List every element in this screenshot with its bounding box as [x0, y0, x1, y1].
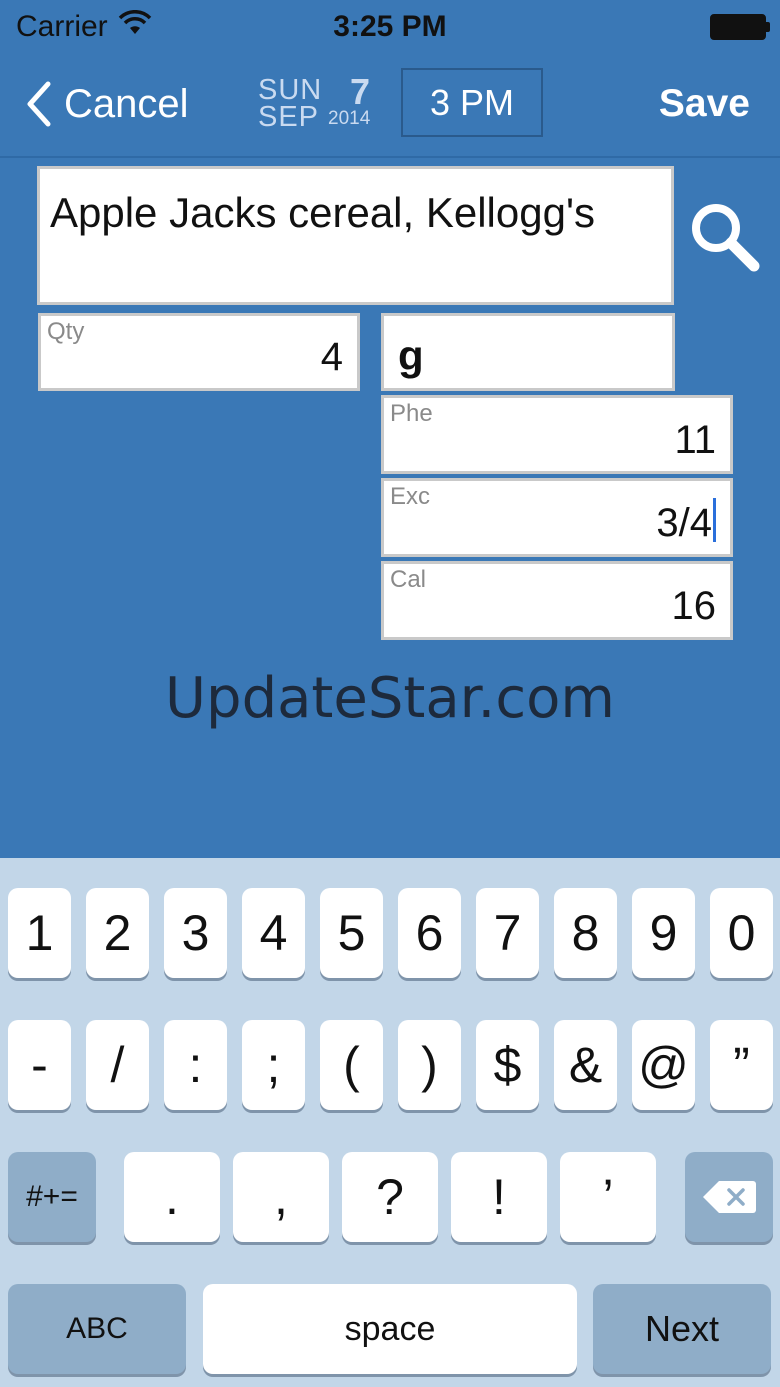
key-9[interactable]: 9: [632, 888, 695, 978]
unit-field[interactable]: g: [381, 313, 675, 391]
date-month: SEP: [258, 101, 320, 133]
qty-label: Qty: [47, 318, 85, 345]
key-slash[interactable]: /: [86, 1020, 149, 1110]
nav-bar: Cancel SUN SEP 7 2014 3 PM Save: [0, 54, 780, 158]
cal-field[interactable]: Cal 16: [381, 561, 733, 640]
key-question[interactable]: ?: [342, 1152, 438, 1242]
exc-field[interactable]: Exc 3/4: [381, 478, 733, 557]
date-year: 2014: [328, 108, 371, 129]
key-ampersand[interactable]: &: [554, 1020, 617, 1110]
unit-value: g: [398, 332, 424, 379]
cal-value: 16: [671, 584, 717, 628]
key-delete[interactable]: [685, 1152, 773, 1242]
watermark: UpdateStar.com: [165, 666, 615, 731]
phe-field[interactable]: Phe 11: [381, 395, 733, 474]
key-0[interactable]: 0: [710, 888, 773, 978]
key-next[interactable]: Next: [593, 1284, 771, 1374]
key-colon[interactable]: :: [164, 1020, 227, 1110]
exc-value: 3/4: [656, 501, 712, 545]
qty-field[interactable]: Qty 4: [38, 313, 360, 391]
key-at[interactable]: @: [632, 1020, 695, 1110]
key-1[interactable]: 1: [8, 888, 71, 978]
key-6[interactable]: 6: [398, 888, 461, 978]
backspace-icon: [703, 1181, 756, 1213]
key-space[interactable]: space: [203, 1284, 577, 1374]
key-symbols-mode[interactable]: #+=: [8, 1152, 96, 1242]
phe-label: Phe: [390, 400, 433, 427]
phe-value: 11: [674, 418, 716, 462]
exc-value-wrap: 3/4: [656, 498, 716, 546]
key-apostrophe[interactable]: ’: [560, 1152, 656, 1242]
key-semicolon[interactable]: ;: [242, 1020, 305, 1110]
key-7[interactable]: 7: [476, 888, 539, 978]
key-dollar[interactable]: $: [476, 1020, 539, 1110]
key-close-paren[interactable]: ): [398, 1020, 461, 1110]
key-abc[interactable]: ABC: [8, 1284, 186, 1374]
date-selector[interactable]: SUN SEP 7 2014: [256, 71, 386, 136]
key-2[interactable]: 2: [86, 888, 149, 978]
cancel-label: Cancel: [64, 81, 189, 126]
key-3[interactable]: 3: [164, 888, 227, 978]
cancel-button[interactable]: Cancel: [26, 76, 189, 132]
date-day: 7: [350, 71, 371, 112]
time-button[interactable]: 3 PM: [401, 68, 543, 137]
keyboard: 1 2 3 4 5 6 7 8 9 0 - / : ; ( ) $ & @ ” …: [0, 858, 780, 1387]
search-icon[interactable]: [688, 200, 764, 281]
status-bar: Carrier 3:25 PM: [0, 0, 780, 54]
food-name-field[interactable]: Apple Jacks cereal, Kellogg's: [37, 166, 674, 305]
save-button[interactable]: Save: [659, 82, 750, 126]
key-period[interactable]: .: [124, 1152, 220, 1242]
key-8[interactable]: 8: [554, 888, 617, 978]
qty-value: 4: [320, 335, 343, 379]
exc-label: Exc: [390, 483, 431, 510]
key-hyphen[interactable]: -: [8, 1020, 71, 1110]
status-time: 3:25 PM: [333, 10, 447, 43]
key-4[interactable]: 4: [242, 888, 305, 978]
chevron-left-icon: [27, 81, 51, 127]
key-comma[interactable]: ,: [233, 1152, 329, 1242]
cal-label: Cal: [390, 566, 427, 593]
key-exclamation[interactable]: !: [451, 1152, 547, 1242]
key-5[interactable]: 5: [320, 888, 383, 978]
battery-icon: [710, 14, 770, 40]
food-name-text: Apple Jacks cereal, Kellogg's: [50, 189, 595, 236]
text-cursor: [713, 498, 716, 542]
key-quote[interactable]: ”: [710, 1020, 773, 1110]
date-day-of-week: SUN: [258, 74, 323, 106]
key-open-paren[interactable]: (: [320, 1020, 383, 1110]
